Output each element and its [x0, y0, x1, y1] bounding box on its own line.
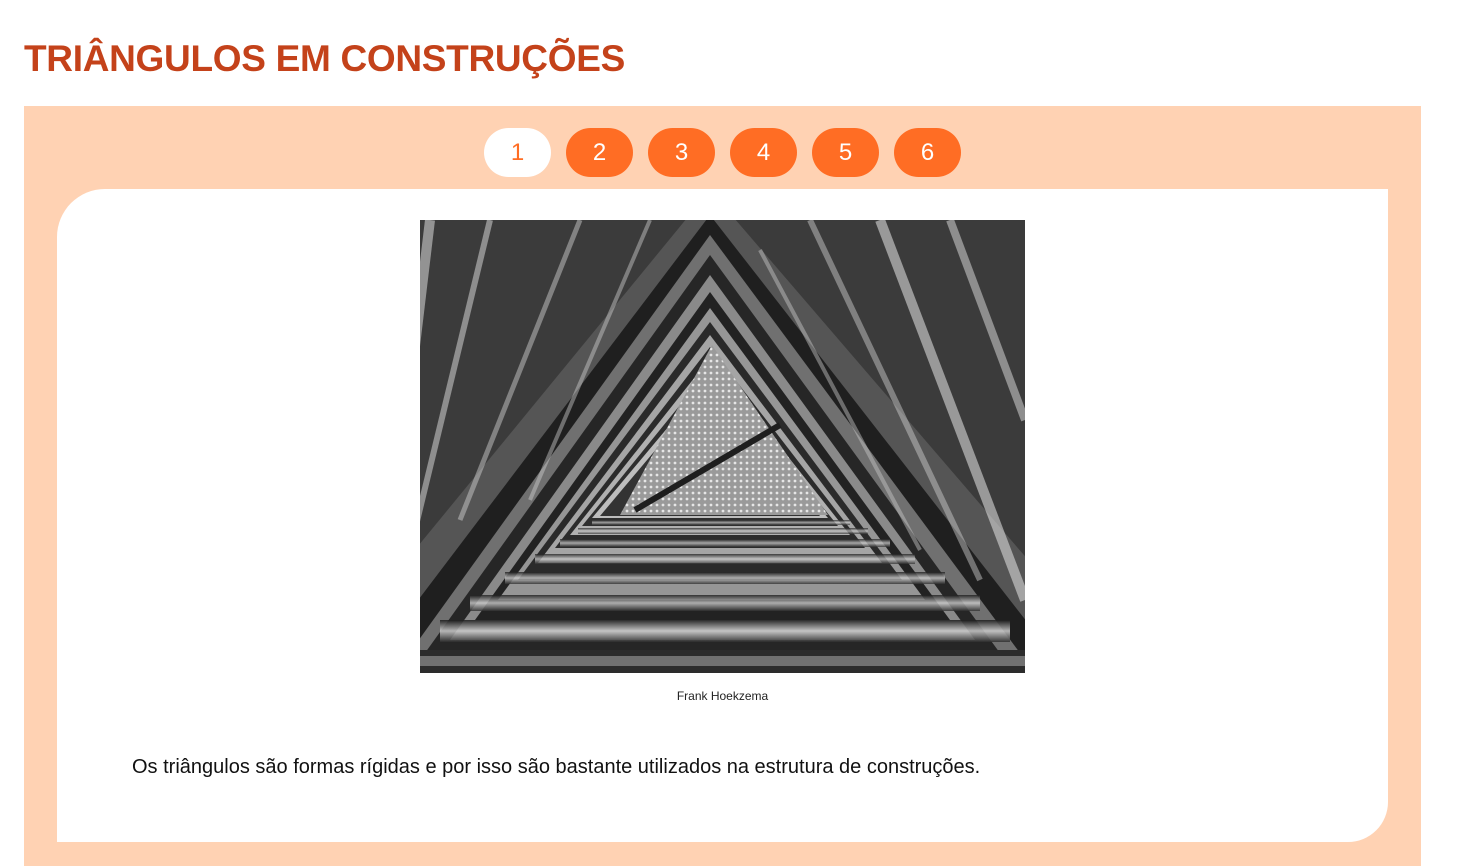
- slide-panel: 1 2 3 4 5 6 Frank Hoekzema Os triângulos…: [24, 106, 1421, 866]
- page-button-2[interactable]: 2: [566, 128, 633, 177]
- page-title: TRIÂNGULOS EM CONSTRUÇÕES: [24, 38, 625, 79]
- slide-card: Frank Hoekzema Os triângulos são formas …: [57, 189, 1388, 842]
- slide-description: Os triângulos são formas rígidas e por i…: [132, 756, 981, 778]
- page-button-1[interactable]: 1: [484, 128, 551, 177]
- page-button-4[interactable]: 4: [730, 128, 797, 177]
- slide-pager: 1 2 3 4 5 6: [484, 128, 961, 177]
- photo-credit: Frank Hoekzema: [676, 689, 769, 703]
- page-button-3[interactable]: 3: [648, 128, 715, 177]
- triangle-structure-photo: [420, 220, 1025, 673]
- page-button-5[interactable]: 5: [812, 128, 879, 177]
- page-button-6[interactable]: 6: [894, 128, 961, 177]
